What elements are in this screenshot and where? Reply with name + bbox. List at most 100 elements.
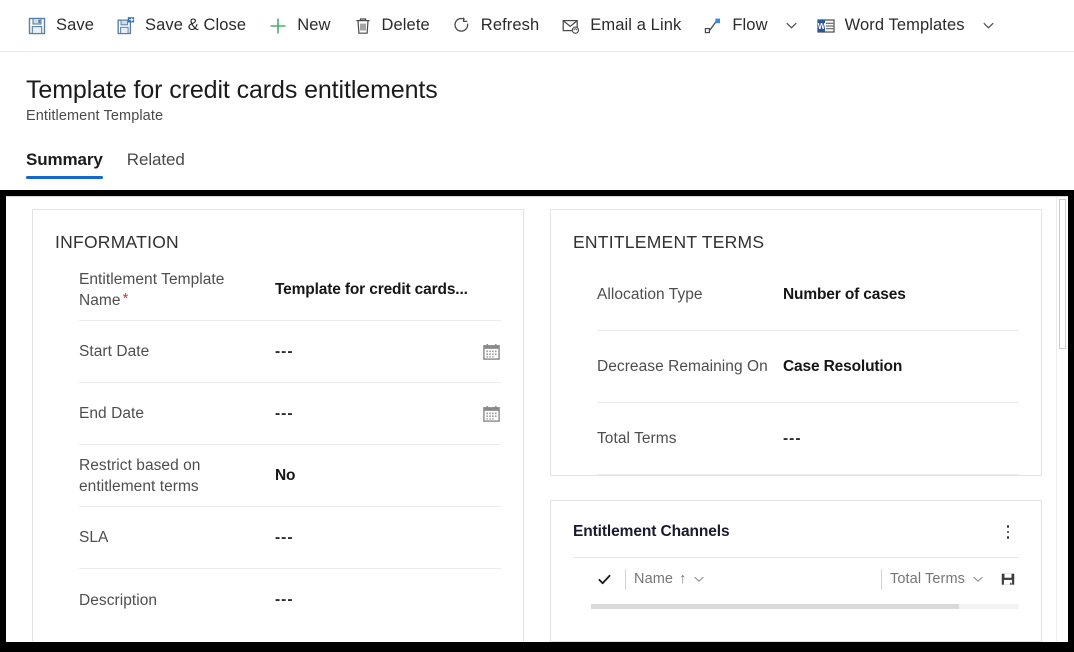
checkmark-icon xyxy=(597,572,612,587)
field-label: Entitlement Template Name* xyxy=(79,269,275,311)
entitlement-terms-section-title: ENTITLEMENT TERMS xyxy=(573,232,1019,253)
form-body-frame: INFORMATION Entitlement Template Name* T… xyxy=(0,190,1074,652)
information-card: INFORMATION Entitlement Template Name* T… xyxy=(32,209,524,642)
entitlement-channels-card: Entitlement Channels xyxy=(550,500,1042,642)
flow-chevron[interactable] xyxy=(779,6,805,46)
save-and-close-icon xyxy=(116,16,136,36)
tab-related[interactable]: Related xyxy=(127,150,185,179)
field-label: Restrict based on entitlement terms xyxy=(79,455,275,497)
divider xyxy=(881,569,882,590)
scrollbar-thumb[interactable] xyxy=(1059,199,1066,349)
save-and-close-label: Save & Close xyxy=(145,16,246,35)
information-section-title: INFORMATION xyxy=(55,232,501,253)
new-button[interactable]: New xyxy=(257,6,341,46)
page-title: Template for credit cards entitlements xyxy=(26,74,1074,106)
command-bar: Save Save & Close New xyxy=(0,0,1074,52)
save-and-close-button[interactable]: Save & Close xyxy=(105,6,257,46)
grid-column-total-terms-label: Total Terms xyxy=(890,571,965,587)
entitlement-channels-title: Entitlement Channels xyxy=(573,523,729,541)
form-columns: INFORMATION Entitlement Template Name* T… xyxy=(6,197,1056,642)
calendar-icon xyxy=(482,404,501,423)
field-start-date[interactable]: Start Date --- xyxy=(79,321,501,383)
field-value: No xyxy=(275,467,471,485)
save-button-label: Save xyxy=(56,16,94,35)
flow-icon xyxy=(703,16,723,36)
field-label: Total Terms xyxy=(597,428,783,449)
field-decrease-remaining-on[interactable]: Decrease Remaining On Case Resolution xyxy=(597,331,1019,403)
field-restrict-based-on-entitlement-terms[interactable]: Restrict based on entitlement terms No xyxy=(79,445,501,507)
email-link-icon xyxy=(561,16,581,36)
email-a-link-button[interactable]: Email a Link xyxy=(550,6,692,46)
field-allocation-type[interactable]: Allocation Type Number of cases xyxy=(597,259,1019,331)
grid-column-name[interactable]: Name ↑ xyxy=(634,571,873,587)
chevron-down-icon xyxy=(784,18,799,33)
chevron-down-icon xyxy=(981,18,996,33)
grid-column-total-terms[interactable]: Total Terms xyxy=(890,571,985,587)
sort-ascending-icon: ↑ xyxy=(679,571,686,587)
record-header: Template for credit cards entitlements E… xyxy=(0,52,1074,196)
required-asterisk: * xyxy=(123,290,129,307)
end-date-picker-button[interactable] xyxy=(471,404,501,423)
field-label: Start Date xyxy=(79,341,275,362)
left-column: INFORMATION Entitlement Template Name* T… xyxy=(32,209,524,642)
refresh-button[interactable]: Refresh xyxy=(441,6,550,46)
refresh-button-label: Refresh xyxy=(481,16,539,35)
field-label: Decrease Remaining On xyxy=(597,356,783,377)
save-icon xyxy=(27,16,47,36)
chevron-down-icon xyxy=(692,572,706,586)
plus-icon xyxy=(268,16,288,36)
flow-button[interactable]: Flow xyxy=(692,6,778,46)
chevron-down-icon xyxy=(971,572,985,586)
word-templates-label: Word Templates xyxy=(845,16,965,35)
tab-related-label: Related xyxy=(127,150,185,169)
entitlement-terms-card: ENTITLEMENT TERMS Allocation Type Number… xyxy=(550,209,1042,476)
grid-save-button[interactable] xyxy=(995,571,1021,587)
field-value: Case Resolution xyxy=(783,358,1019,376)
save-icon xyxy=(1000,571,1016,587)
field-entitlement-template-name[interactable]: Entitlement Template Name* Template for … xyxy=(79,259,501,321)
grid-horizontal-scrollbar[interactable] xyxy=(591,604,1019,609)
field-sla[interactable]: SLA --- xyxy=(79,507,501,569)
field-value: --- xyxy=(783,430,1019,448)
delete-button[interactable]: Delete xyxy=(342,6,441,46)
word-icon: W xyxy=(816,16,836,36)
scrollbar-thumb[interactable] xyxy=(591,604,959,609)
form-tabs: Summary Related xyxy=(26,150,1074,179)
tab-summary-label: Summary xyxy=(26,150,103,169)
svg-text:W: W xyxy=(817,22,825,31)
select-all-checkbox[interactable] xyxy=(591,572,617,587)
field-total-terms[interactable]: Total Terms --- xyxy=(597,403,1019,475)
field-value: --- xyxy=(275,405,471,423)
field-end-date[interactable]: End Date --- xyxy=(79,383,501,445)
trash-icon xyxy=(353,16,373,36)
entity-type-label: Entitlement Template xyxy=(26,108,1074,124)
calendar-icon xyxy=(482,342,501,361)
start-date-picker-button[interactable] xyxy=(471,342,501,361)
grid-column-headers: Name ↑ Total Terms xyxy=(571,558,1021,600)
new-button-label: New xyxy=(297,16,330,35)
field-value: Number of cases xyxy=(783,286,1019,304)
field-value: --- xyxy=(275,343,471,361)
right-column: ENTITLEMENT TERMS Allocation Type Number… xyxy=(550,209,1042,642)
grid-column-name-label: Name xyxy=(634,571,673,587)
delete-button-label: Delete xyxy=(382,16,430,35)
save-button[interactable]: Save xyxy=(16,6,105,46)
divider xyxy=(625,569,626,590)
word-templates-chevron[interactable] xyxy=(976,6,1002,46)
email-a-link-label: Email a Link xyxy=(590,16,681,35)
word-templates-button[interactable]: W Word Templates xyxy=(805,6,976,46)
field-label-text: Entitlement Template Name xyxy=(79,271,224,309)
field-value: --- xyxy=(275,591,471,609)
field-label: End Date xyxy=(79,403,275,424)
field-label: SLA xyxy=(79,527,275,548)
field-value: --- xyxy=(275,529,471,547)
crm-form-page: Save Save & Close New xyxy=(0,0,1074,652)
tab-summary[interactable]: Summary xyxy=(26,150,103,179)
more-commands-icon[interactable] xyxy=(997,521,1019,543)
refresh-icon xyxy=(452,16,472,36)
entitlement-channels-header: Entitlement Channels xyxy=(571,517,1021,543)
field-description[interactable]: Description --- xyxy=(79,569,501,631)
form-vertical-scrollbar[interactable] xyxy=(1056,197,1068,642)
flow-button-label: Flow xyxy=(732,16,767,35)
form-body: INFORMATION Entitlement Template Name* T… xyxy=(6,196,1068,642)
